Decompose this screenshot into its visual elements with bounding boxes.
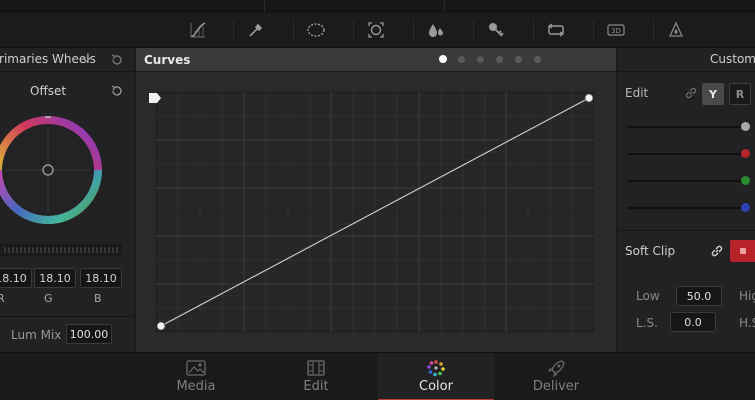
curve-mode-dot[interactable] xyxy=(515,56,522,63)
nav-label: Color xyxy=(419,379,453,394)
channel-r-button[interactable]: R xyxy=(729,83,751,105)
primaries-wheels-panel: Primaries Wheels Offset 8.10 18.10 18.10… xyxy=(0,48,134,352)
channel-label-g: G xyxy=(44,292,53,305)
3d-tool-button[interactable]: 3D xyxy=(593,16,638,44)
offset-g-value[interactable]: 18.10 xyxy=(34,268,76,288)
color-icon xyxy=(427,360,445,377)
qualifier-tool-button[interactable] xyxy=(233,16,278,44)
soft-clip-high-label: Hig xyxy=(739,289,755,303)
blur-icon xyxy=(429,24,443,37)
nav-edit[interactable]: Edit xyxy=(258,353,374,400)
nav-label: Media xyxy=(176,379,216,394)
offset-b-value[interactable]: 18.10 xyxy=(80,268,122,288)
offset-color-wheel[interactable] xyxy=(0,114,104,226)
tracker-tool-button[interactable] xyxy=(353,16,398,44)
slider-knob[interactable] xyxy=(741,203,750,212)
green-intensity-slider[interactable] xyxy=(628,176,750,185)
soft-clip-low-input[interactable]: 50.0 xyxy=(676,286,722,306)
panel-header: Custom xyxy=(618,48,755,72)
curves-icon xyxy=(190,22,206,38)
soft-clip-channel-button[interactable] xyxy=(730,240,755,262)
curves-header: Curves xyxy=(136,48,616,72)
3d-icon: 3D xyxy=(607,24,625,36)
panel-title: Custom xyxy=(710,52,755,66)
blur-tool-button[interactable] xyxy=(413,16,458,44)
curves-title: Curves xyxy=(144,53,191,67)
edit-icon xyxy=(307,360,325,376)
curves-tool-button[interactable] xyxy=(176,16,220,44)
custom-curves-panel: Custom Edit Y R Soft Clip Low 50.0 Hig L… xyxy=(618,48,755,352)
key-tool-button[interactable] xyxy=(473,16,518,44)
curves-panel: Curves xyxy=(136,48,616,352)
slider-knob[interactable] xyxy=(741,176,750,185)
nav-media[interactable]: Media xyxy=(138,353,254,400)
channel-label-b: B xyxy=(94,292,102,305)
deliver-icon xyxy=(547,360,565,377)
channel-label-r: R xyxy=(0,292,5,305)
curve-mode-dot[interactable] xyxy=(496,56,503,63)
nav-color[interactable]: Color xyxy=(378,353,494,400)
y-intensity-slider[interactable] xyxy=(628,122,750,131)
palette-toolbar: 3D xyxy=(0,12,755,48)
window-icon xyxy=(307,23,325,37)
soft-clip-ls-input[interactable]: 0.0 xyxy=(670,312,716,332)
slider-knob[interactable] xyxy=(741,122,750,131)
offset-r-value[interactable]: 18.10 xyxy=(0,268,32,288)
panel-header: Primaries Wheels xyxy=(0,48,134,72)
channel-y-button[interactable]: Y xyxy=(702,83,724,105)
3d-badge-text: 3D xyxy=(611,27,621,35)
slider-knob[interactable] xyxy=(741,149,750,158)
link-icon[interactable] xyxy=(684,86,698,100)
curve-mode-dot[interactable] xyxy=(439,55,447,63)
key-icon xyxy=(489,23,504,37)
curve-mode-dot[interactable] xyxy=(477,56,484,63)
magic-mask-tool-button[interactable] xyxy=(653,16,698,44)
lum-mix-input[interactable]: 100.00 xyxy=(66,324,112,344)
curve-graph[interactable] xyxy=(156,92,594,332)
edit-label: Edit xyxy=(625,86,649,100)
soft-clip-ls-label: L.S. xyxy=(636,316,658,330)
qualifier-picker-icon xyxy=(249,23,263,37)
soft-clip-hs-label: H.S xyxy=(739,316,755,330)
nav-deliver[interactable]: Deliver xyxy=(498,353,614,400)
master-wheel-jog[interactable] xyxy=(0,244,122,256)
reset-all-icon[interactable] xyxy=(110,53,124,67)
divider xyxy=(618,230,755,231)
page-navigation: Media Edit Color Deliver xyxy=(0,352,755,400)
tracker-icon xyxy=(368,22,384,38)
sizing-tool-button[interactable] xyxy=(533,16,578,44)
top-strip xyxy=(0,0,755,12)
sizing-icon xyxy=(547,23,565,37)
curve-mode-dot[interactable] xyxy=(458,56,465,63)
magic-mask-icon xyxy=(668,21,684,37)
top-strip-segment xyxy=(0,0,265,12)
lum-mix-label: Lum Mix xyxy=(11,328,62,342)
curve-point-white[interactable] xyxy=(584,93,594,103)
nav-label: Edit xyxy=(303,379,329,394)
top-strip-segment xyxy=(265,0,445,12)
curve-point-black[interactable] xyxy=(156,321,166,331)
channel-r-icon xyxy=(739,248,746,254)
soft-clip-label: Soft Clip xyxy=(625,244,676,258)
curve-handle-tag-icon[interactable] xyxy=(148,92,162,106)
divider xyxy=(0,316,134,317)
nav-label: Deliver xyxy=(532,379,580,394)
media-icon xyxy=(186,360,206,376)
chevron-down-icon[interactable] xyxy=(82,57,91,63)
soft-clip-low-label: Low xyxy=(636,289,660,303)
link-icon[interactable] xyxy=(710,244,724,258)
red-intensity-slider[interactable] xyxy=(628,149,750,158)
reset-icon[interactable] xyxy=(110,84,124,98)
window-tool-button[interactable] xyxy=(293,16,338,44)
wheel-label: Offset xyxy=(30,84,67,98)
blue-intensity-slider[interactable] xyxy=(628,203,750,212)
curve-mode-dot[interactable] xyxy=(534,56,541,63)
